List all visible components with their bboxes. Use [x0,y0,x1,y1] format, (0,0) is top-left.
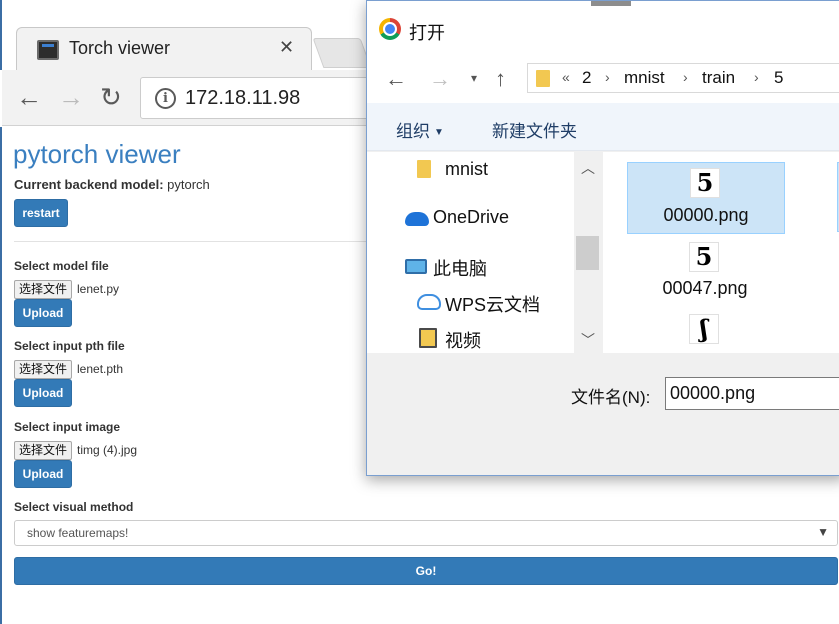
model-file-name: lenet.py [77,282,120,296]
dropdown-arrow-icon: ▼ [817,525,829,539]
image-choose-file-button[interactable]: 选择文件 [14,441,73,460]
onedrive-cloud-icon [405,212,429,226]
video-folder-icon [419,328,437,348]
image-file-label: Select input image [14,420,121,434]
model-choose-file-button[interactable]: 选择文件 [14,280,73,299]
pth-file-name: lenet.pth [77,362,124,376]
screen: Torch viewer ✕ ← → ↻ i 172.18.11.98 pyto… [0,0,839,624]
new-tab-button[interactable] [312,38,372,68]
browser-tab[interactable]: Torch viewer ✕ [16,27,312,71]
dialog-command-bar: 组织 ▼ 新建文件夹 [367,103,839,151]
file-open-dialog: 打开 ← → ▾ ↑ « 2 › mnist › train › 5 组织 ▼ 新… [366,0,839,476]
path-segment[interactable]: mnist [624,68,665,88]
file-name-label: 00047.png [662,278,748,298]
organize-menu[interactable]: 组织 ▼ [396,117,444,142]
model-file-label: Select model file [14,259,109,273]
terminal-favicon-icon [37,40,59,60]
nav-item-label: 此电脑 [433,259,487,279]
scroll-down-icon[interactable]: ﹀ [581,330,595,350]
address-bar[interactable]: i 172.18.11.98 [140,77,400,119]
page-title: pytorch viewer [13,139,181,169]
image-thumbnail-icon: ʃ [689,314,719,344]
image-thumbnail-icon: 5 [690,168,720,198]
scrollbar-thumb[interactable] [576,236,599,270]
visual-method-label: Select visual method [14,500,134,514]
window-control-strip[interactable] [591,1,631,6]
dialog-footer: 文件名(N): 00000.png [367,353,839,475]
path-separator-icon: › [683,69,688,85]
dialog-title: 打开 [409,23,445,43]
file-name-label: 00000.png [663,205,749,225]
path-folder-icon [536,70,550,87]
dialog-path-bar[interactable]: « 2 › mnist › train › 5 [527,63,839,93]
reload-icon[interactable]: ↻ [100,82,122,113]
caret-down-icon: ▼ [434,127,444,139]
site-info-icon[interactable]: i [155,88,176,109]
dialog-nav-pane: mnist OneDrive 此电脑 WPS云文档 视频 [367,152,601,353]
image-upload-button[interactable]: Upload [14,460,72,488]
nav-item-label: OneDrive [433,207,510,227]
restart-button[interactable]: restart [14,199,68,227]
backend-status: Current backend model: pytorch [14,177,210,192]
pth-file-label: Select input pth file [14,339,125,353]
image-file-name: timg (4).jpg [77,443,138,457]
computer-icon [405,259,427,274]
wps-cloud-icon [417,294,441,310]
path-separator-icon: › [754,69,759,85]
go-button[interactable]: Go! [14,557,838,585]
file-item[interactable]: ʃ [627,310,785,353]
file-item[interactable]: 5 00047.png [627,236,785,306]
nav-pane-scrollbar[interactable]: ︿ ﹀ [574,152,601,353]
nav-item-label: mnist [445,159,489,179]
path-segment[interactable]: train [702,68,735,88]
path-separator-icon: › [605,69,610,85]
nav-item-label: WPS云文档 [445,295,541,315]
visual-method-select[interactable]: show featuremaps! ▼ [14,520,838,546]
file-item[interactable]: 5 00000.png [627,162,785,234]
scroll-up-icon[interactable]: ︿ [581,158,595,178]
folder-icon [417,160,431,178]
dialog-files-pane: 5 00000.png 5 00047.png ʃ [603,152,839,353]
path-segment[interactable]: 5 [774,68,783,88]
path-segment[interactable]: 2 [582,68,591,88]
filename-input[interactable]: 00000.png [665,377,839,410]
dialog-nav-bar: ← → ▾ ↑ « 2 › mnist › train › 5 [367,59,839,103]
filename-value[interactable]: 00000.png [670,383,755,404]
model-upload-button[interactable]: Upload [14,299,72,327]
pth-choose-file-button[interactable]: 选择文件 [14,360,73,379]
organize-label: 组织 [396,122,430,141]
backend-label: Current backend model: [14,177,164,192]
dialog-back-arrow-icon[interactable]: ← [385,66,407,92]
back-arrow-icon[interactable]: ← [16,82,42,113]
image-thumbnail-icon: 5 [689,242,719,272]
visual-method-value: show featuremaps! [27,526,129,540]
chrome-logo-icon [379,18,401,40]
nav-item-label: 视频 [445,331,481,351]
forward-arrow-icon[interactable]: → [58,82,84,113]
path-overflow[interactable]: « [562,69,570,85]
up-folder-arrow-icon[interactable]: ↑ [495,66,506,92]
pth-upload-button[interactable]: Upload [14,379,72,407]
filename-label: 文件名(N): [571,388,651,407]
tab-title: Torch viewer [69,38,171,58]
dialog-forward-arrow-icon[interactable]: → [429,66,451,92]
backend-value: pytorch [167,177,210,192]
dialog-titlebar[interactable]: 打开 [367,1,839,59]
new-folder-button[interactable]: 新建文件夹 [492,117,577,142]
recent-locations-chevron-icon[interactable]: ▾ [471,71,477,85]
tab-close-icon[interactable]: ✕ [279,37,294,58]
url-text[interactable]: 172.18.11.98 [185,87,300,110]
